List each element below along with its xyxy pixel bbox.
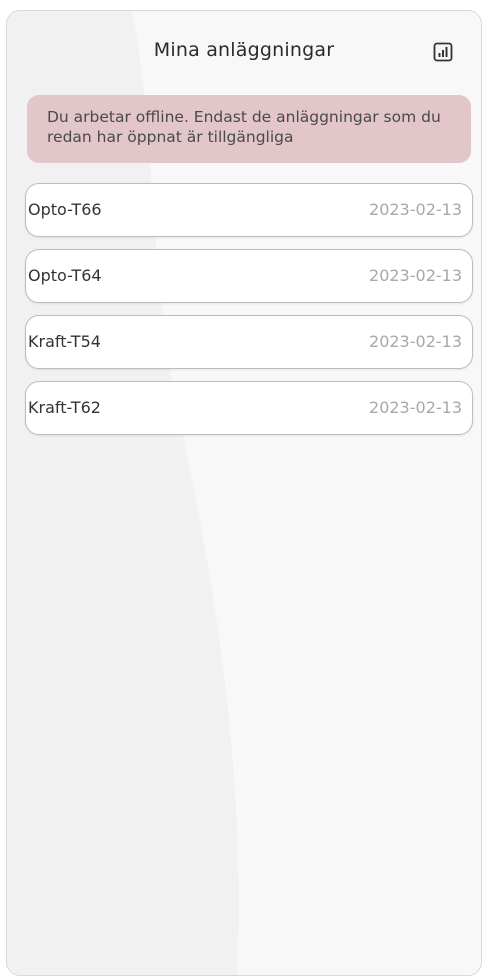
list-item[interactable]: Opto-T64 2023-02-13 (25, 249, 473, 303)
page-title: Mina anläggningar (153, 39, 335, 61)
facility-date: 2023-02-13 (369, 200, 462, 219)
offline-banner: Du arbetar offline. Endast de anläggning… (27, 95, 471, 163)
facility-name: Opto-T66 (28, 200, 102, 219)
app-header: Mina anläggningar (7, 11, 481, 85)
list-item[interactable]: Kraft-T54 2023-02-13 (25, 315, 473, 369)
list-item[interactable]: Kraft-T62 2023-02-13 (25, 381, 473, 435)
facility-date: 2023-02-13 (369, 398, 462, 417)
facility-name: Kraft-T54 (28, 332, 101, 351)
facility-date: 2023-02-13 (369, 266, 462, 285)
facility-name: Kraft-T62 (28, 398, 101, 417)
app-screen: Mina anläggningar Du arbetar offline. En… (6, 10, 482, 976)
facility-name: Opto-T64 (28, 266, 102, 285)
facility-list: Opto-T66 2023-02-13 Opto-T64 2023-02-13 … (25, 183, 473, 447)
bar-chart-icon (433, 42, 453, 62)
facility-date: 2023-02-13 (369, 332, 462, 351)
list-item[interactable]: Opto-T66 2023-02-13 (25, 183, 473, 237)
stats-button[interactable] (432, 41, 454, 63)
offline-message: Du arbetar offline. Endast de anläggning… (47, 108, 441, 146)
